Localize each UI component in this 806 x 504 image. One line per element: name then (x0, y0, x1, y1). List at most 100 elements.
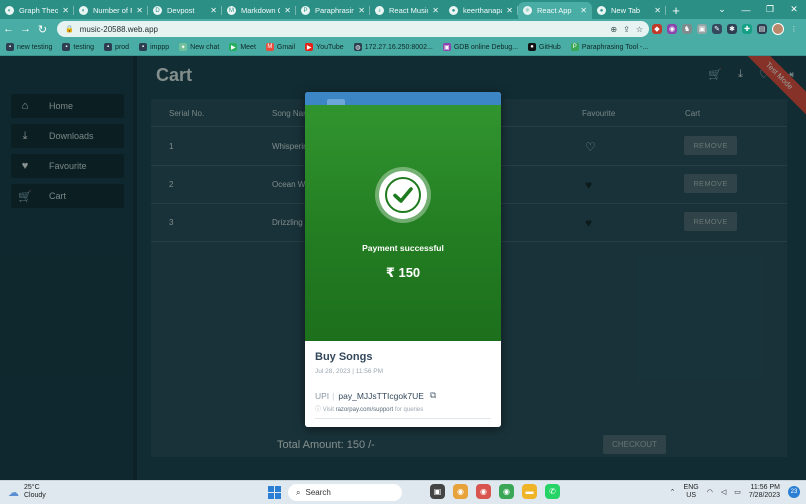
modal-header (305, 92, 501, 105)
github-icon: ● (449, 6, 458, 15)
avatar[interactable] (772, 23, 784, 35)
bookmark[interactable]: ▶ Meet (229, 43, 256, 51)
bookmark-label: New chat (190, 43, 220, 51)
search-placeholder: Search (305, 488, 331, 497)
volume-icon[interactable]: ◁ (721, 488, 726, 496)
chrome-icon[interactable]: ◉ (476, 484, 491, 499)
extension-icon[interactable]: ◆ (652, 24, 662, 34)
bookmark[interactable]: P Paraphrasing Tool -... (570, 43, 649, 51)
bookmark-label: GitHub (539, 43, 561, 51)
share-icon[interactable]: ⇪ (623, 25, 630, 34)
task-view-icon[interactable]: ▣ (430, 484, 445, 499)
devpost-icon: D (153, 6, 162, 15)
close-icon[interactable]: ✕ (506, 6, 513, 15)
search-icon: ⌕ (296, 487, 301, 497)
restore-icon[interactable]: ❐ (758, 4, 782, 15)
back-icon[interactable]: ← (0, 23, 17, 35)
weather-condition: Cloudy (24, 492, 46, 499)
upi-row: UPI | pay_MJJsTTIcgok7UE ⧉ (315, 390, 436, 401)
close-icon[interactable]: ✕ (136, 6, 143, 15)
close-icon[interactable]: ✕ (432, 6, 439, 15)
menu-icon[interactable]: ⋮ (789, 24, 799, 34)
bookmark[interactable]: ◍ 172.27.16.250:8002... (353, 43, 433, 51)
chevron-down-icon[interactable]: ⌄ (710, 4, 734, 15)
tab-title: Devpost (167, 6, 195, 15)
support-link[interactable]: razorpay.com/support (336, 407, 394, 413)
bookmark-icon: ▪ (62, 43, 71, 51)
close-icon[interactable]: ✕ (782, 4, 806, 15)
bookmark[interactable]: ▪ testing (62, 43, 94, 51)
paraphrase-icon: P (570, 43, 579, 51)
clock[interactable]: 11:56 PM 7/28/2023 (749, 484, 780, 500)
bookmark[interactable]: ▪ new testing (6, 43, 52, 51)
weather-widget[interactable]: ☁ 25°C Cloudy (8, 484, 46, 500)
browser-tab[interactable]: D Devpost ✕ (148, 2, 222, 19)
bookmark[interactable]: ▣ GDB online Debug... (442, 43, 519, 51)
copy-icon[interactable]: ⧉ (430, 390, 436, 401)
newtab-icon: ● (597, 6, 606, 15)
bookmark[interactable]: ▪ prod (104, 43, 129, 51)
extension-icon[interactable]: ♞ (682, 24, 692, 34)
extension-icon[interactable]: ◉ (667, 24, 677, 34)
close-icon[interactable]: ✕ (210, 6, 217, 15)
bookmark-label: GDB online Debug... (453, 43, 519, 51)
close-icon[interactable]: ✕ (284, 6, 291, 15)
browser-tab[interactable]: ● keerthanapab ✕ (444, 2, 518, 19)
bookmark-label: YouTube (316, 43, 344, 51)
folder-icon[interactable]: ▬ (522, 484, 537, 499)
install-icon[interactable]: ⊕ (610, 25, 617, 34)
bookmark[interactable]: M Gmail (265, 43, 295, 51)
bookmark-label: Meet (240, 43, 256, 51)
windows-start-icon[interactable] (268, 486, 281, 499)
visit-prefix: Visit (322, 407, 334, 413)
puzzle-icon[interactable]: ✚ (742, 24, 752, 34)
browser-toolbar: ← → ↻ 🔒 music-20588.web.app ⊕ ⇪ ☆ ◆ ◉ ♞ … (0, 19, 806, 39)
reload-icon[interactable]: ↻ (34, 23, 51, 36)
battery-icon[interactable]: ▭ (734, 488, 741, 496)
bookmark-label: testing (73, 43, 95, 51)
region-code: US (686, 492, 696, 499)
taskbar-search[interactable]: ⌕ Search (288, 484, 402, 501)
whatsapp-icon[interactable]: ✆ (545, 484, 560, 499)
sidepanel-icon[interactable]: ▤ (757, 24, 767, 34)
chrome-icon[interactable]: ◉ (499, 484, 514, 499)
chevron-up-icon[interactable]: ⌃ (670, 488, 676, 496)
notification-badge[interactable]: 23 (788, 486, 800, 498)
language-indicator[interactable]: ENG US (684, 484, 699, 500)
forward-icon[interactable]: → (17, 23, 34, 35)
browser-tab[interactable]: ◐ Number of Pr ✕ (74, 2, 148, 19)
bookmark[interactable]: ● GitHub (528, 43, 561, 51)
tab-title: React App (537, 6, 572, 15)
lock-icon[interactable]: 🔒 (65, 25, 74, 33)
browser-tab[interactable]: P Paraphrasing✕ (296, 2, 370, 19)
address-bar[interactable]: 🔒 music-20588.web.app ⊕ ⇪ ☆ (57, 21, 649, 37)
minimize-icon[interactable]: — (734, 5, 758, 15)
tab-title: New Tab (611, 6, 641, 15)
extension-icon[interactable]: ✎ (712, 24, 722, 34)
close-icon[interactable]: ✕ (358, 6, 365, 15)
browser-tab-active[interactable]: ⚛ React App ✕ (518, 2, 592, 19)
star-icon[interactable]: ☆ (636, 25, 643, 34)
payment-amount: ₹ 150 (385, 265, 421, 280)
new-tab-button[interactable]: + (666, 2, 686, 19)
bookmark[interactable]: ▶ YouTube (305, 43, 344, 51)
extension-icon[interactable]: ▣ (697, 24, 707, 34)
browser-tab[interactable]: ◐ Graph Theory✕ (0, 2, 74, 19)
bookmark[interactable]: ✦ New chat (179, 43, 219, 51)
close-icon[interactable]: ✕ (654, 6, 661, 15)
chrome-icon[interactable]: ◉ (453, 484, 468, 499)
gdb-icon: ▣ (442, 43, 451, 51)
close-icon[interactable]: ✕ (580, 6, 587, 15)
system-tray: ⌃ ENG US ◠ ◁ ▭ 11:56 PM 7/28/2023 23 (670, 484, 800, 500)
browser-tab[interactable]: M Markdown Ch ✕ (222, 2, 296, 19)
wifi-icon[interactable]: ◠ (707, 488, 713, 496)
extension-icon[interactable]: ✱ (727, 24, 737, 34)
browser-tab[interactable]: ● New Tab ✕ (592, 2, 666, 19)
browser-tab[interactable]: ♪ React Music ✕ (370, 2, 444, 19)
close-icon[interactable]: ✕ (62, 6, 69, 15)
bookmark-label: Paraphrasing Tool -... (581, 43, 649, 51)
bookmark[interactable]: ▪ imppp (139, 43, 169, 51)
extensions-area: ◆ ◉ ♞ ▣ ✎ ✱ ✚ ▤ ⋮ (652, 21, 799, 37)
visit-suffix: for queries (394, 407, 424, 413)
tab-title: Number of Pr (93, 6, 132, 15)
